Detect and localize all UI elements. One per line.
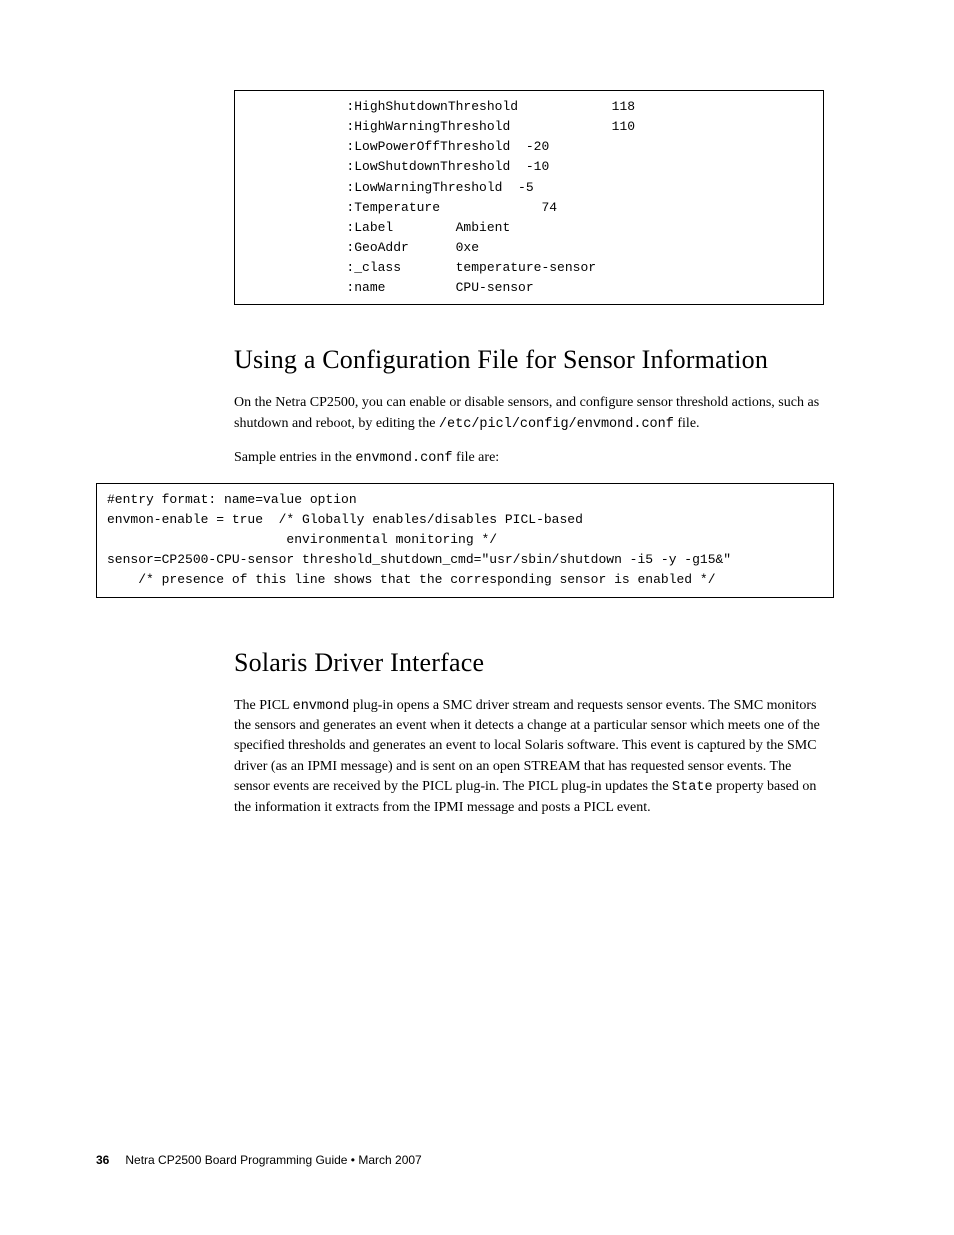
page-content: :HighShutdownThreshold 118 :HighWarningT… — [0, 0, 954, 818]
paragraph-sample-entries: Sample entries in the envmond.conf file … — [234, 448, 824, 469]
inline-code-envmond: envmond — [293, 699, 350, 714]
footer-text: Netra CP2500 Board Programming Guide • M… — [125, 1153, 421, 1167]
inline-code-state: State — [672, 780, 713, 795]
page-footer: 36 Netra CP2500 Board Programming Guide •… — [96, 1153, 422, 1167]
heading-solaris-driver: Solaris Driver Interface — [234, 648, 824, 678]
text-fragment: The PICL — [234, 698, 293, 713]
code-box-sensor-table: :HighShutdownThreshold 118 :HighWarningT… — [234, 90, 824, 305]
text-fragment: Sample entries in the — [234, 450, 355, 465]
paragraph-solaris-driver: The PICL envmond plug-in opens a SMC dri… — [234, 696, 824, 818]
text-fragment: file. — [674, 416, 700, 431]
text-fragment: file are: — [453, 450, 500, 465]
page-number: 36 — [96, 1153, 109, 1167]
code-box-envmond-conf: #entry format: name=value option envmon-… — [96, 483, 834, 598]
section-solaris-driver: Solaris Driver Interface The PICL envmon… — [130, 648, 824, 818]
section-config-file: Using a Configuration File for Sensor In… — [130, 345, 824, 597]
inline-code-conf-path: /etc/picl/config/envmond.conf — [439, 417, 674, 432]
inline-code-conf-file: envmond.conf — [355, 451, 452, 466]
paragraph-config-intro: On the Netra CP2500, you can enable or d… — [234, 393, 824, 434]
heading-config-file: Using a Configuration File for Sensor In… — [234, 345, 824, 375]
